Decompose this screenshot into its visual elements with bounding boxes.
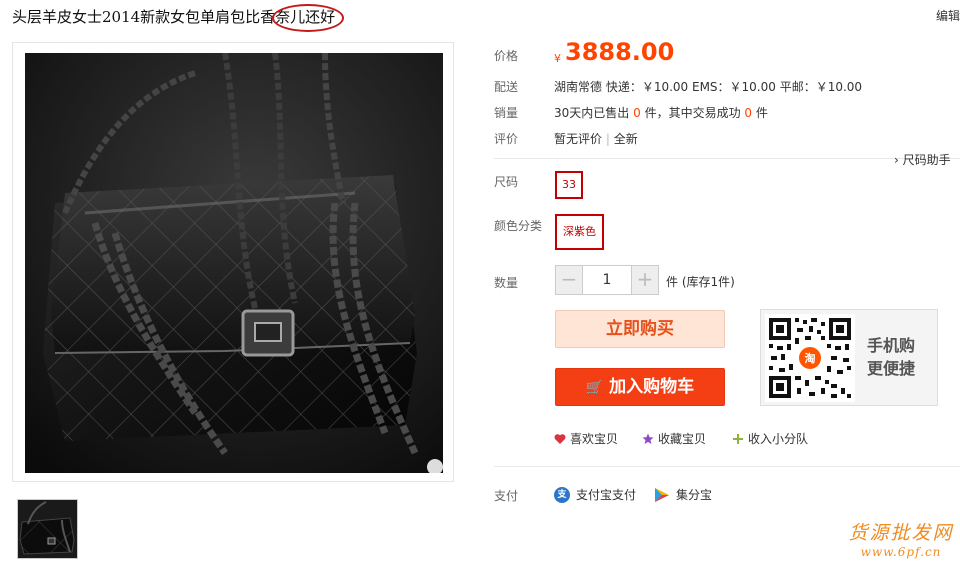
- qr-code-icon: 淘: [765, 314, 855, 402]
- divider: [494, 466, 960, 467]
- jifenbao-icon: [655, 487, 669, 502]
- like-label: 喜欢宝贝: [570, 432, 619, 446]
- handbag-image: [25, 53, 443, 473]
- price-value: 3888.00: [565, 38, 675, 66]
- size-helper-link[interactable]: › 尺码助手: [894, 151, 951, 168]
- site-watermark: 货源批发网 www.6pf.cn: [846, 518, 956, 559]
- reviews-link[interactable]: 暂无评价: [554, 132, 602, 146]
- favorite-label: 收藏宝贝: [658, 432, 707, 446]
- alipay-method[interactable]: 支 支付宝支付: [554, 486, 636, 503]
- price-currency-symbol: ¥: [554, 52, 561, 65]
- color-label: 颜色分类: [494, 219, 543, 233]
- squad-action[interactable]: 收入小分队: [732, 430, 808, 447]
- mobile-promo-line2: 更便捷: [867, 359, 916, 378]
- squad-label: 收入小分队: [748, 432, 809, 446]
- edit-link[interactable]: 编辑: [936, 7, 960, 24]
- like-action[interactable]: 喜欢宝贝: [554, 430, 618, 447]
- title-highlight-circle: [272, 4, 344, 32]
- mobile-promo-text: 手机购 更便捷: [867, 334, 915, 380]
- sales-label: 销量: [494, 106, 519, 120]
- divider: [494, 158, 960, 159]
- quantity-input[interactable]: 1: [582, 266, 632, 294]
- thumbnail-handbag-image: [18, 500, 77, 558]
- reviews-label: 评价: [494, 132, 519, 146]
- thumbnail-image[interactable]: [17, 499, 78, 559]
- watermark-cn: 货源批发网: [848, 522, 954, 544]
- success-count: 0: [744, 106, 753, 120]
- plus-icon: [733, 433, 743, 444]
- main-image-frame: [12, 42, 454, 482]
- size-label: 尺码: [494, 175, 519, 189]
- jifenbao-label: 集分宝: [676, 488, 713, 502]
- reviews-divider: |: [605, 132, 610, 146]
- reviews-info: 暂无评价 | 全新: [554, 130, 638, 147]
- mobile-qr-panel[interactable]: 淘 手机购 更便捷: [760, 309, 938, 406]
- color-option[interactable]: 深紫色: [555, 214, 604, 250]
- jifenbao-method[interactable]: 集分宝: [654, 486, 712, 503]
- sales-prefix: 30天内已售出: [554, 106, 630, 120]
- taobao-badge: 淘: [805, 351, 816, 365]
- shipping-label: 配送: [494, 80, 519, 94]
- sales-info: 30天内已售出 0 件，其中交易成功 0 件: [554, 104, 768, 121]
- sold-count: 0: [633, 106, 641, 120]
- condition-text: 全新: [613, 132, 638, 146]
- alipay-label: 支付宝支付: [576, 488, 637, 502]
- star-icon: [642, 433, 654, 444]
- alipay-icon: 支: [554, 486, 570, 503]
- mobile-promo-line1: 手机购: [867, 336, 916, 355]
- size-option-33[interactable]: 33: [555, 171, 583, 199]
- cart-icon: 🛒: [585, 380, 604, 396]
- payment-label: 支付: [494, 489, 519, 503]
- price-label: 价格: [494, 49, 519, 63]
- quantity-label: 数量: [494, 276, 519, 290]
- stock-info: 件 (库存1件): [666, 275, 735, 289]
- main-product-image[interactable]: [25, 53, 443, 473]
- sales-suffix: 件: [755, 106, 768, 120]
- heart-icon: [554, 433, 566, 444]
- buy-now-button[interactable]: 立即购买: [555, 310, 725, 348]
- sales-middle: 件，其中交易成功: [644, 106, 741, 120]
- quantity-minus-button[interactable]: −: [556, 266, 582, 294]
- watermark-url: www.6pf.cn: [860, 545, 942, 559]
- add-to-cart-label: 加入购物车: [609, 377, 695, 397]
- favorite-action[interactable]: 收藏宝贝: [642, 430, 706, 447]
- quantity-plus-button[interactable]: +: [632, 266, 658, 294]
- add-to-cart-button[interactable]: 🛒 加入购物车: [555, 368, 725, 406]
- quantity-stepper: − 1 +: [555, 265, 659, 295]
- shipping-info: 湖南常德 快递：￥10.00 EMS：￥10.00 平邮：￥10.00: [554, 80, 863, 94]
